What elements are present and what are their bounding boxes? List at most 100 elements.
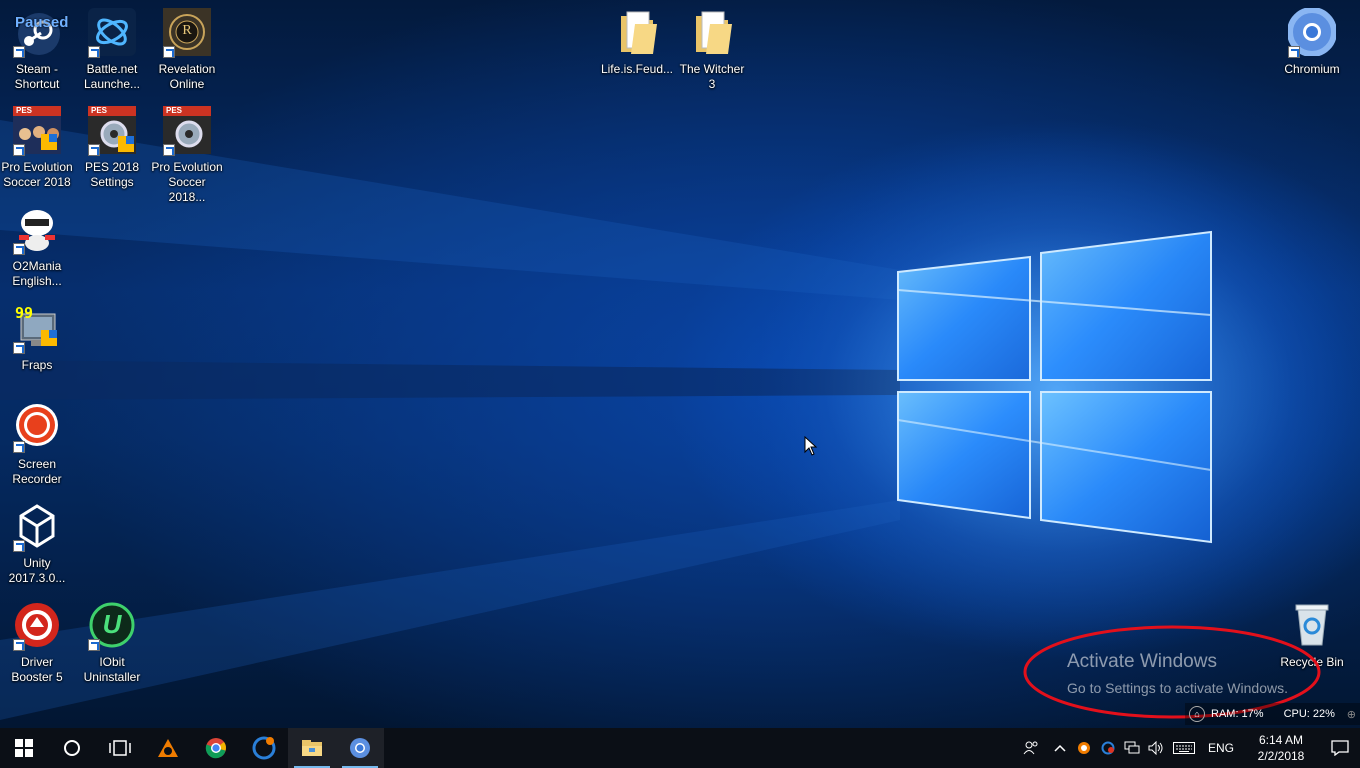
people-icon[interactable] [1014,728,1048,768]
file-explorer-icon [302,740,322,756]
driver-booster-icon [13,601,61,651]
widget-plus-icon[interactable]: ⊕ [1347,708,1356,721]
paused-badge: Paused [15,14,69,31]
taskbar-avast[interactable] [144,728,192,768]
shortcut-arrow-icon [13,243,25,255]
windows-logo-icon [15,739,33,757]
icon-label: Unity 2017.3.0... [8,556,66,585]
desktop-icon-revelation-online[interactable]: R Revelation Online [149,8,225,92]
desktop-icon-pes-2018[interactable]: PES Pro Evolution Soccer 2018 [0,106,75,190]
broom-icon[interactable]: ⌂ [1189,706,1205,722]
cortana-circle-icon [64,740,80,756]
chevron-up-icon[interactable] [1048,728,1072,768]
icon-label: Driver Booster 5 [11,655,63,684]
system-monitor-widget[interactable]: ⌂ RAM: 17% CPU: 22% ⊕ [1185,703,1360,725]
volume-icon[interactable] [1144,728,1168,768]
pes-badge: PES [91,106,108,115]
desktop-folder-the-witcher-3[interactable]: The Witcher 3 [674,8,750,92]
fraps-badge: 99 [15,304,34,322]
shortcut-arrow-icon [13,144,25,156]
desktop-icon-pes-2018-launcher[interactable]: PES Pro Evolution Soccer 2018... [149,106,225,205]
shortcut-arrow-icon [163,144,175,156]
shortcut-arrow-icon [13,540,25,552]
icon-label: IObit Uninstaller [83,655,141,684]
icon-label: Steam - Shortcut [14,62,60,91]
record-icon [13,403,61,453]
desktop-icon-pes-settings[interactable]: PES PES 2018 Settings [74,106,150,190]
clock-date: 2/2/2018 [1257,749,1305,763]
keyboard-icon[interactable] [1168,728,1200,768]
uninstaller-glyph: U [102,609,122,639]
clock[interactable]: 6:14 AM 2/2/2018 [1242,732,1320,764]
start-button[interactable] [0,728,48,768]
ccleaner-tray-icon[interactable] [1096,728,1120,768]
shortcut-arrow-icon [163,46,175,58]
icon-label: Chromium [1284,62,1340,76]
o2mania-icon [13,205,61,255]
icon-label: Pro Evolution Soccer 2018... [151,160,223,204]
action-center-button[interactable] [1320,728,1360,768]
shortcut-arrow-icon [88,144,100,156]
pes-launcher-icon: PES [163,106,211,156]
icon-label: The Witcher 3 [679,62,745,91]
iobit-uninstaller-icon: U [88,601,136,651]
pes-badge: PES [16,106,33,115]
clock-time: 6:14 AM [1258,733,1304,747]
chromium-icon [1287,7,1337,58]
input-language[interactable]: ENG [1200,741,1242,755]
taskbar-chrome[interactable] [192,728,240,768]
notification-icon [1331,740,1349,756]
cortana-button[interactable] [48,728,96,768]
icon-label: Pro Evolution Soccer 2018 [1,160,73,189]
unity-icon [13,502,61,552]
chrome-icon [205,738,226,759]
icon-label: Battle.net Launche... [83,62,141,91]
folder-icon [688,8,736,56]
desktop-icon-screen-recorder[interactable]: Screen Recorder [0,403,75,487]
desktop-folder-life-is-feudal[interactable]: Life.is.Feud... [599,8,675,77]
icon-label: Life.is.Feud... [600,62,674,76]
system-tray: ENG 6:14 AM 2/2/2018 [1014,728,1360,768]
taskbar: ENG 6:14 AM 2/2/2018 [0,728,1360,768]
pes-game-icon: PES [13,106,61,156]
avast-tray-icon[interactable] [1072,728,1096,768]
taskbar-chromium[interactable] [336,728,384,768]
desktop-icon-o2mania[interactable]: O2Mania English... [0,205,75,289]
taskbar-ccleaner[interactable] [240,728,288,768]
desktop-wallpaper[interactable]: Paused Steam - Shortcut PES Pro Evolutio… [0,0,1360,728]
cpu-usage: CPU: 22% [1283,708,1335,720]
revelation-glyph: R [182,23,192,38]
steam-icon: Paused [13,8,68,58]
icon-label: Fraps [21,358,53,372]
desktop-icon-battlenet[interactable]: Battle.net Launche... [74,8,150,92]
mouse-cursor-icon [804,436,818,456]
shortcut-arrow-icon [88,46,100,58]
shortcut-arrow-icon [13,441,25,453]
taskbar-file-explorer[interactable] [288,728,336,768]
desktop-icon-iobit-uninstaller[interactable]: U IObit Uninstaller [74,601,150,685]
shortcut-arrow-icon [1288,46,1300,58]
ccleaner-icon [252,736,276,760]
icon-label: PES 2018 Settings [84,160,140,189]
pes-badge: PES [166,106,183,115]
revelation-online-icon: R [163,8,211,58]
desktop-icon-unity[interactable]: Unity 2017.3.0... [0,502,75,586]
shortcut-arrow-icon [88,639,100,651]
ram-usage: RAM: 17% [1211,708,1264,720]
icon-label: Screen Recorder [12,457,62,486]
task-view-button[interactable] [96,728,144,768]
fraps-icon: 99 [13,304,61,354]
network-icon[interactable] [1120,728,1144,768]
desktop-icon-chromium[interactable]: Chromium [1274,7,1350,77]
battlenet-icon [88,8,136,58]
icon-label: Revelation Online [158,62,216,91]
desktop-icon-fraps[interactable]: 99 Fraps [0,304,75,373]
shortcut-arrow-icon [13,639,25,651]
pes-settings-icon: PES [88,106,136,156]
desktop-icon-steam[interactable]: Paused Steam - Shortcut [0,8,75,92]
desktop-icon-driver-booster[interactable]: Driver Booster 5 [0,601,75,685]
chromium-icon [350,738,370,758]
icon-label: O2Mania English... [12,259,62,288]
task-view-icon [109,740,131,756]
shortcut-arrow-icon [13,46,25,58]
